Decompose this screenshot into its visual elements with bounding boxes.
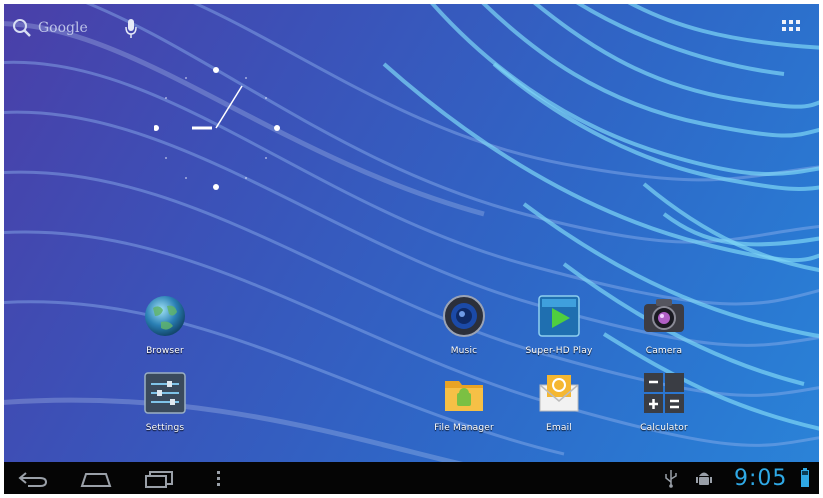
app-calculator[interactable]: Calculator: [619, 371, 709, 433]
app-label: Settings: [145, 423, 185, 433]
app-settings[interactable]: Settings: [120, 371, 210, 433]
android-debug-icon: [696, 472, 712, 485]
home-icon[interactable]: [80, 470, 112, 488]
clock-minute-hand: [215, 85, 243, 129]
battery-icon: [801, 468, 809, 487]
app-label: Music: [450, 346, 478, 356]
home-screen: Google Browser Music Super-HD Play Camer…: [4, 4, 819, 494]
app-camera[interactable]: Camera: [619, 294, 709, 356]
calculator-icon: [644, 373, 684, 413]
play-video-icon: [538, 295, 580, 337]
app-super-hd-play[interactable]: Super-HD Play: [514, 294, 604, 356]
app-email[interactable]: Email: [514, 371, 604, 433]
app-label: Calculator: [640, 423, 688, 433]
speaker-icon: [443, 295, 485, 337]
recent-apps-icon[interactable]: [144, 470, 174, 488]
app-browser[interactable]: Browser: [120, 294, 210, 356]
microphone-icon[interactable]: [124, 18, 138, 40]
app-label: File Manager: [434, 423, 494, 433]
app-label: Browser: [146, 346, 184, 356]
system-bar: 9:05: [4, 462, 819, 494]
folder-icon: [445, 381, 483, 411]
search-label: Google: [38, 20, 88, 36]
app-label: Super-HD Play: [525, 346, 593, 356]
status-time[interactable]: 9:05: [734, 466, 787, 491]
search-icon: [13, 19, 31, 37]
app-label: Email: [546, 423, 572, 433]
usb-icon: [665, 470, 677, 488]
back-icon[interactable]: [18, 471, 48, 487]
google-search-bar[interactable]: Google: [12, 18, 88, 38]
menu-icon[interactable]: [216, 470, 222, 488]
analog-clock-widget[interactable]: [154, 64, 284, 194]
globe-icon: [145, 296, 185, 336]
app-label: Camera: [645, 346, 683, 356]
app-music[interactable]: Music: [419, 294, 509, 356]
settings-sliders-icon: [144, 372, 186, 414]
all-apps-icon[interactable]: [782, 20, 802, 36]
envelope-icon: [539, 375, 579, 412]
camera-icon: [644, 299, 684, 332]
app-file-manager[interactable]: File Manager: [419, 371, 509, 433]
